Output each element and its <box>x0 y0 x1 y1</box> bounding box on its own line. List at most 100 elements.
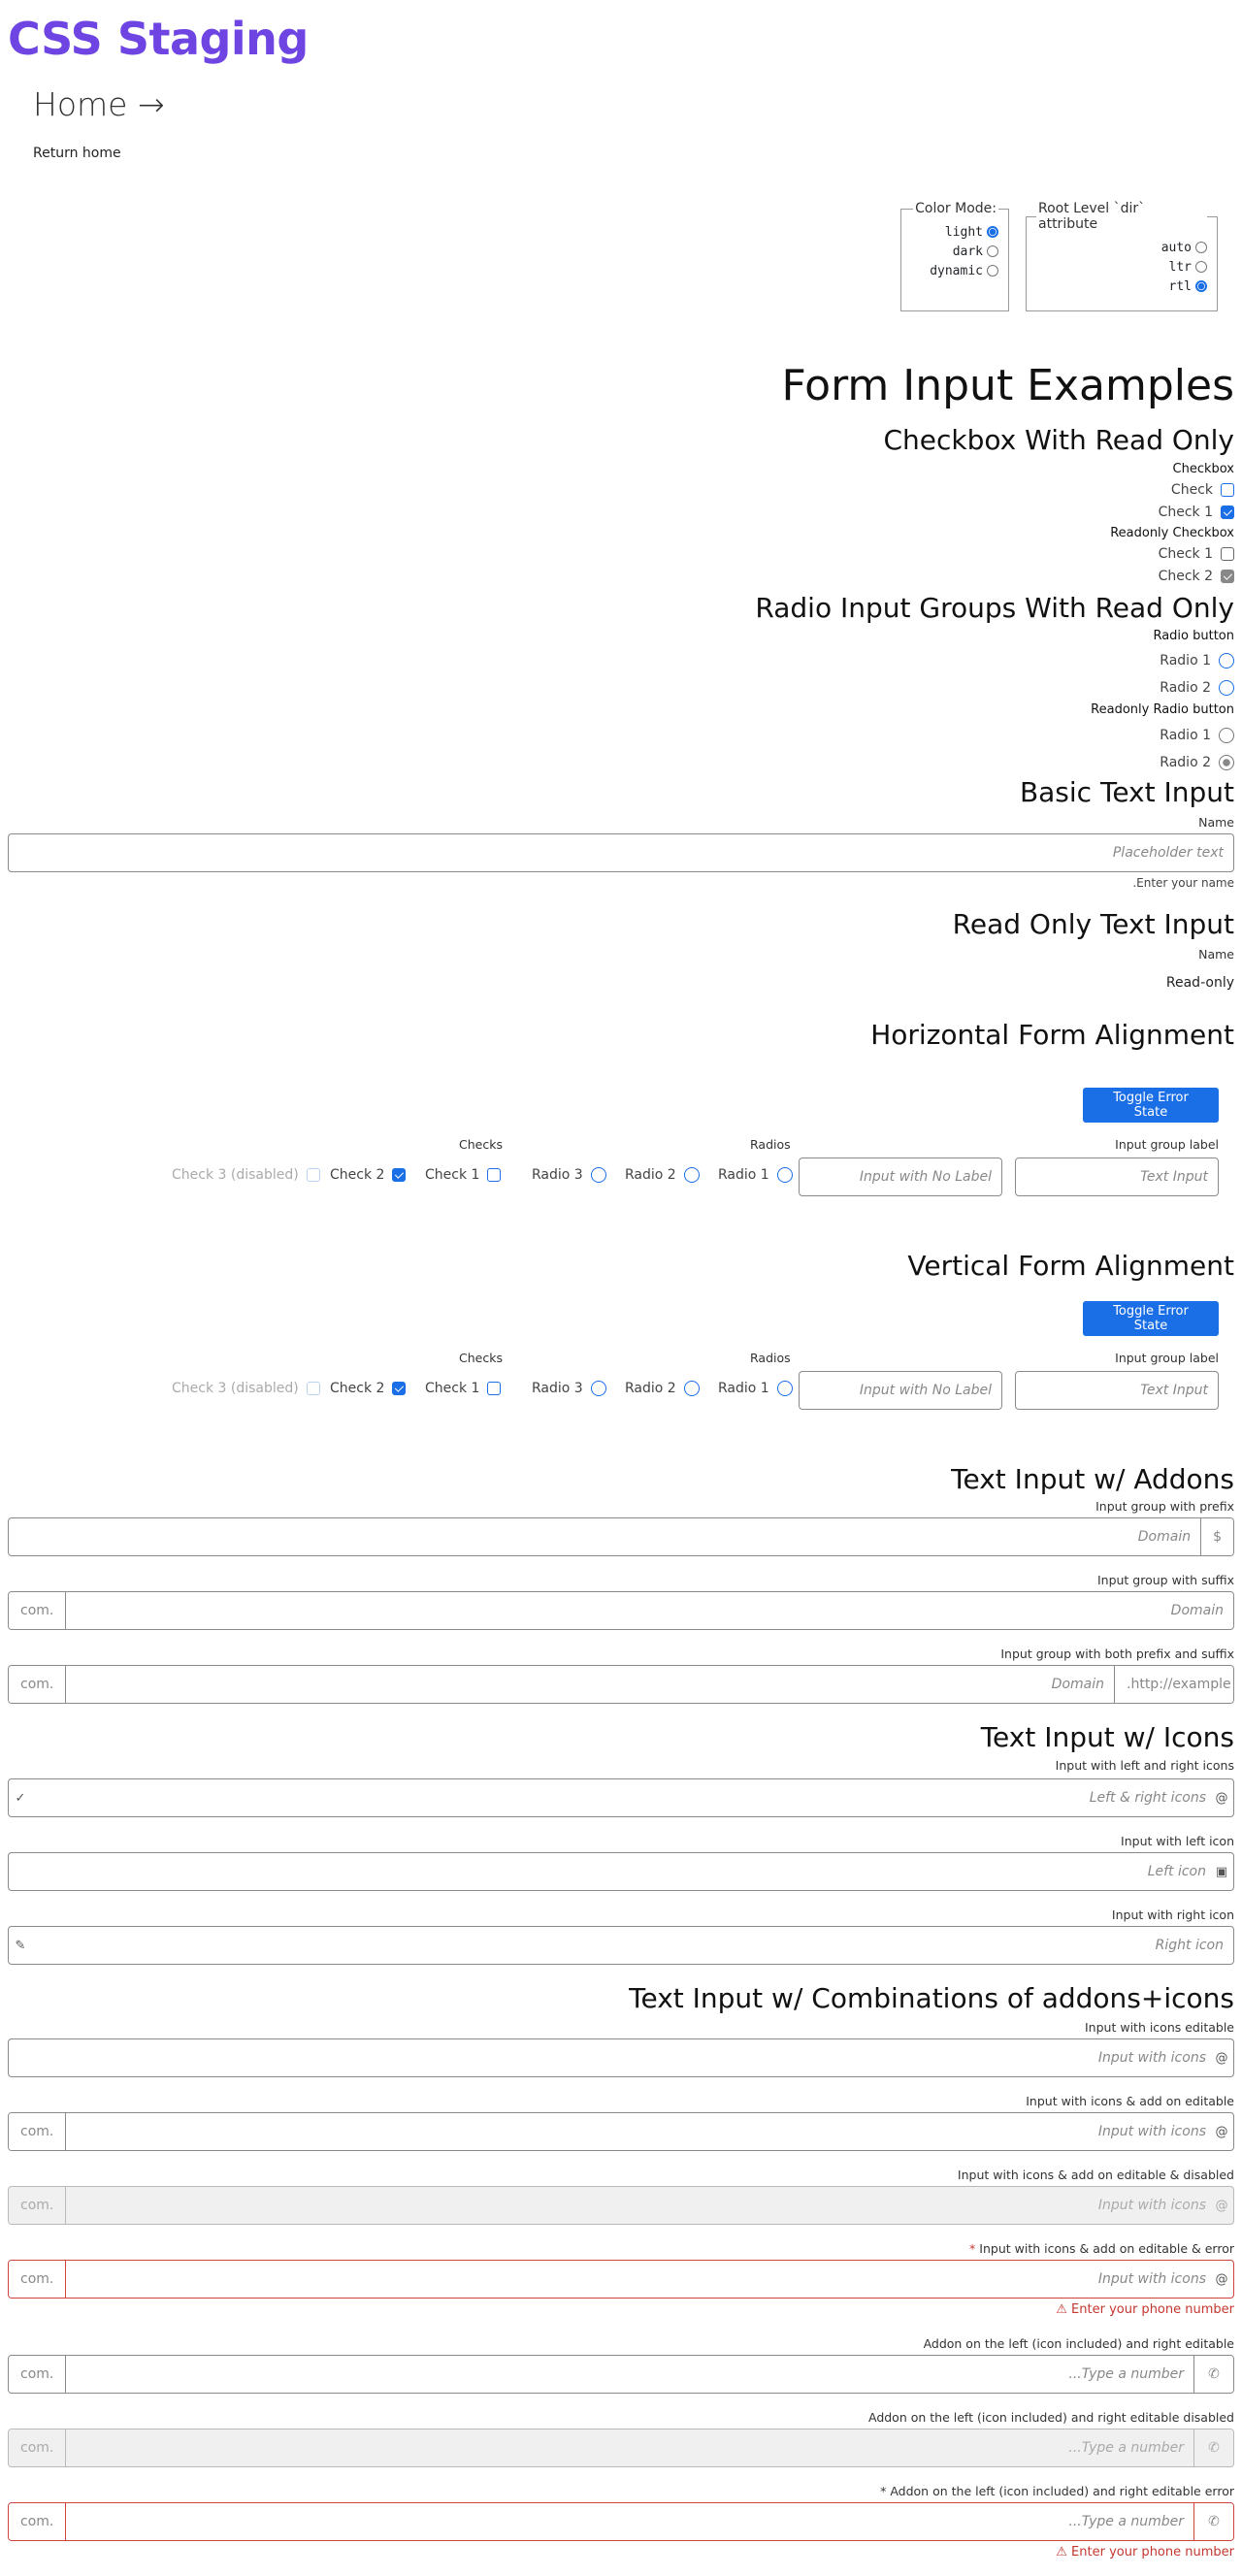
icons-addon-error-input[interactable]: com. Input with icons @ <box>8 2260 1234 2299</box>
combos-title: Text Input w/ Combinations of addons+ico… <box>629 1982 1234 2014</box>
at-icon: @ <box>1215 1790 1228 1806</box>
checkbox-check[interactable]: Check <box>1171 482 1234 498</box>
radio-circle[interactable] <box>1219 680 1234 696</box>
h-radio-2[interactable]: Radio 2 <box>625 1167 700 1183</box>
checkbox-box <box>306 1168 320 1182</box>
radio-circle[interactable] <box>590 1167 606 1183</box>
no-label-input[interactable]: Input with No Label <box>799 1371 1002 1410</box>
phone-editable-input[interactable]: com. ...Type a number ✆ <box>8 2355 1234 2394</box>
radio-circle[interactable] <box>1219 653 1234 668</box>
h-check-3-disabled: Check 3 (disabled) <box>172 1167 320 1183</box>
radio-circle[interactable] <box>776 1381 793 1396</box>
icons-addon-editable-input[interactable]: com. Input with icons @ <box>8 2112 1234 2151</box>
readonly-text-title: Read Only Text Input <box>952 908 1234 940</box>
dir-auto[interactable]: auto <box>1036 238 1207 257</box>
checkbox-box[interactable] <box>1221 505 1234 519</box>
v-check-1[interactable]: Check 1 <box>425 1381 502 1396</box>
radio-circle <box>1219 755 1234 770</box>
check-icon: ✓ <box>15 1790 26 1806</box>
radio-2[interactable]: Radio 2 <box>1160 680 1234 696</box>
v-radio-3[interactable]: Radio 3 <box>532 1381 606 1396</box>
radio-circle[interactable] <box>683 1381 700 1396</box>
com-addon: com. <box>9 2356 67 2393</box>
readonly-check-2: Check 2 <box>1159 569 1234 584</box>
radios-caption: Radios <box>750 1351 791 1365</box>
horizontal-title: Horizontal Form Alignment <box>870 1019 1234 1051</box>
com-addon: com. <box>9 2429 67 2466</box>
dollar-addon: $ <box>1200 1518 1233 1555</box>
checkbox-box <box>1221 570 1234 583</box>
text-input[interactable]: Text Input <box>1015 1158 1219 1196</box>
h-radio-1[interactable]: Radio 1 <box>718 1167 793 1183</box>
prefix-input[interactable]: Domain $ <box>8 1517 1234 1556</box>
icons-addon-error-label: * Input with icons & add on editable & e… <box>969 2241 1234 2256</box>
home-link[interactable]: Home → <box>33 85 165 123</box>
v-radio-1[interactable]: Radio 1 <box>718 1381 793 1396</box>
readonly-radio-2: Radio 2 <box>1160 755 1234 770</box>
h-check-2[interactable]: Check 2 <box>330 1167 407 1183</box>
checkbox-box[interactable] <box>1221 483 1234 497</box>
phone-disabled-input: com. ...Type a number ✆ <box>8 2429 1234 2467</box>
color-mode-dynamic[interactable]: dynamic <box>911 261 998 280</box>
phone-icon: ✆ <box>1193 2356 1233 2393</box>
left-icon-input[interactable]: Left icon ▣ <box>8 1852 1234 1891</box>
v-check-2[interactable]: Check 2 <box>330 1381 407 1396</box>
radio-rtl[interactable] <box>1195 280 1207 292</box>
suffix-label: Input group with suffix <box>1096 1573 1234 1587</box>
phone-disabled-label: Addon on the left (icon included) and ri… <box>867 2410 1234 2425</box>
checkbox-box[interactable] <box>487 1168 502 1182</box>
color-mode-fieldset: Color Mode: light dark dynamic <box>900 201 1009 311</box>
right-icon-input[interactable]: ✎ Right icon <box>8 1926 1234 1965</box>
h-check-1[interactable]: Check 1 <box>425 1167 502 1183</box>
radio-auto[interactable] <box>1195 242 1207 253</box>
both-addons-input[interactable]: com. Domain .http://example <box>8 1665 1234 1704</box>
radio-group-label: Radio button <box>1153 629 1234 643</box>
phone-icon: ✆ <box>1193 2429 1233 2466</box>
v-radio-2[interactable]: Radio 2 <box>625 1381 700 1396</box>
com-addon: com. <box>9 2503 67 2540</box>
icons-editable-label: Input with icons editable <box>1085 2020 1234 2035</box>
checks-caption: Checks <box>459 1137 503 1152</box>
h-radio-3[interactable]: Radio 3 <box>532 1167 606 1183</box>
checkbox-box[interactable] <box>392 1382 407 1395</box>
pencil-icon: ✎ <box>15 1938 26 1953</box>
radio-1[interactable]: Radio 1 <box>1160 653 1234 668</box>
checkbox-check-1[interactable]: Check 1 <box>1159 505 1234 520</box>
at-icon: @ <box>1215 2198 1228 2213</box>
toggle-error-button[interactable]: Toggle Error State <box>1083 1301 1219 1336</box>
radio-dynamic[interactable] <box>987 265 998 277</box>
name-input[interactable]: Placeholder text <box>8 833 1234 872</box>
readonly-value: Read-only <box>1165 975 1234 991</box>
phone-error-label: * Addon on the left (icon included) and … <box>880 2484 1234 2498</box>
left-right-icons-input[interactable]: ✓ Left & right icons @ <box>8 1778 1234 1817</box>
basic-text-title: Basic Text Input <box>1019 776 1234 808</box>
color-mode-dark[interactable]: dark <box>911 242 998 261</box>
checkbox-box[interactable] <box>487 1382 502 1395</box>
site-title[interactable]: CSS Staging <box>8 8 309 70</box>
icons-editable-input[interactable]: Input with icons @ <box>8 2038 1234 2077</box>
phone-error-message: ⚠ Enter your phone number <box>1056 2545 1234 2560</box>
radio-ltr[interactable] <box>1195 261 1207 273</box>
radio-light[interactable] <box>987 226 998 238</box>
text-input[interactable]: Text Input <box>1015 1371 1219 1410</box>
radio-circle[interactable] <box>683 1167 700 1183</box>
return-home-link[interactable]: Return home <box>33 146 121 161</box>
radio-dark[interactable] <box>987 245 998 257</box>
radio-circle[interactable] <box>590 1381 606 1396</box>
toggle-error-button[interactable]: Toggle Error State <box>1083 1088 1219 1123</box>
com-addon: com. <box>9 2261 67 2298</box>
phone-error-input[interactable]: com. ...Type a number ✆ <box>8 2502 1234 2541</box>
color-mode-light[interactable]: light <box>911 222 998 242</box>
checks-caption: Checks <box>459 1351 503 1365</box>
warning-icon: ⚠ <box>1056 2302 1072 2317</box>
phone-editable-label: Addon on the left (icon included) and ri… <box>923 2336 1234 2351</box>
dir-rtl[interactable]: rtl <box>1036 277 1207 296</box>
com-addon: com. <box>9 1592 67 1629</box>
no-label-input[interactable]: Input with No Label <box>799 1158 1002 1196</box>
checkbox-box <box>306 1382 320 1395</box>
radio-circle[interactable] <box>776 1167 793 1183</box>
dir-ltr[interactable]: ltr <box>1036 257 1207 277</box>
both-addons-label: Input group with both prefix and suffix <box>1000 1647 1234 1661</box>
checkbox-box[interactable] <box>392 1168 407 1182</box>
suffix-input[interactable]: com. Domain <box>8 1591 1234 1630</box>
